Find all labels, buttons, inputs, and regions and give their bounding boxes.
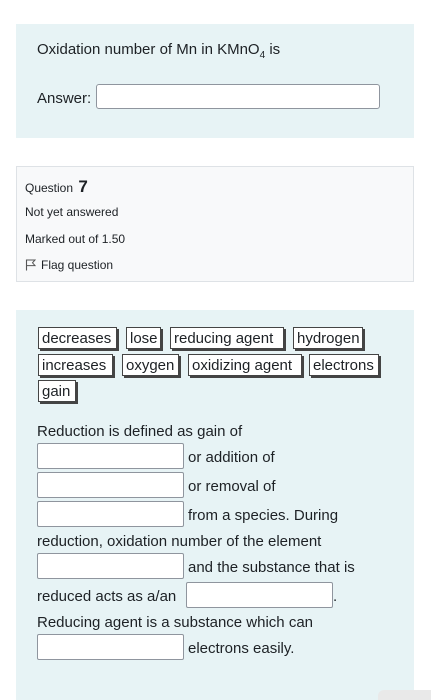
passage-after-blank-6: electrons easily. [188, 640, 295, 657]
question-word: Question [25, 181, 74, 195]
drop-zone-6[interactable] [37, 634, 184, 660]
prompt-suffix: is [265, 41, 281, 58]
flag-question-label: Flag question [41, 258, 114, 272]
scroll-indicator [378, 690, 431, 700]
prompt-text: Oxidation number of Mn in KMnO [37, 41, 260, 58]
choice-chip-electrons[interactable]: electrons [309, 354, 379, 376]
answer-input[interactable] [96, 84, 380, 109]
passage-after-blank-5: . [333, 588, 338, 605]
drop-zone-1[interactable] [37, 443, 184, 469]
choice-chip-hydrogen[interactable]: hydrogen [293, 327, 363, 349]
drop-zone-2[interactable] [37, 472, 184, 498]
question-status: Not yet answered [25, 205, 119, 219]
question-6-text-panel: Oxidation number of Mn in KMnO4 is Answe… [16, 24, 414, 138]
flag-icon [25, 259, 36, 271]
question-number: 7 [78, 177, 88, 196]
passage-after-blank-4: and the substance that is [188, 559, 355, 576]
choice-chip-reducing-agent[interactable]: reducing agent [170, 327, 284, 349]
question-marks: Marked out of 1.50 [25, 232, 126, 246]
passage-line-4: Reducing agent is a substance which can [37, 614, 314, 631]
passage-after-blank-3: from a species. During [188, 507, 339, 524]
choice-chip-decreases[interactable]: decreases [38, 327, 117, 349]
question-number-label: Question 7 [25, 177, 88, 197]
choice-chip-increases[interactable]: increases [38, 354, 113, 376]
drop-zone-3[interactable] [37, 501, 184, 527]
choice-chip-oxygen[interactable]: oxygen [122, 354, 179, 376]
passage-line-2: reduction, oxidation number of the eleme… [37, 533, 322, 550]
drop-zone-5[interactable] [186, 582, 333, 608]
flag-question-button[interactable]: Flag question [25, 258, 113, 272]
question-6-prompt: Oxidation number of Mn in KMnO4 is [37, 41, 280, 61]
question-7-info-panel: Question 7 Not yet answered Marked out o… [16, 166, 414, 282]
drop-zone-4[interactable] [37, 553, 184, 579]
answer-label: Answer: [37, 90, 92, 107]
passage-after-blank-2: or removal of [188, 478, 276, 495]
question-7-content-panel: decreases lose reducing agent hydrogen i… [16, 310, 414, 700]
choice-chip-lose[interactable]: lose [126, 327, 161, 349]
passage-line-1: Reduction is defined as gain of [37, 423, 243, 440]
passage-after-blank-1: or addition of [188, 449, 275, 466]
passage-line-3: reduced acts as a/an [37, 588, 177, 605]
choice-chip-oxidizing-agent[interactable]: oxidizing agent [188, 354, 302, 376]
choice-chip-gain[interactable]: gain [38, 380, 76, 402]
